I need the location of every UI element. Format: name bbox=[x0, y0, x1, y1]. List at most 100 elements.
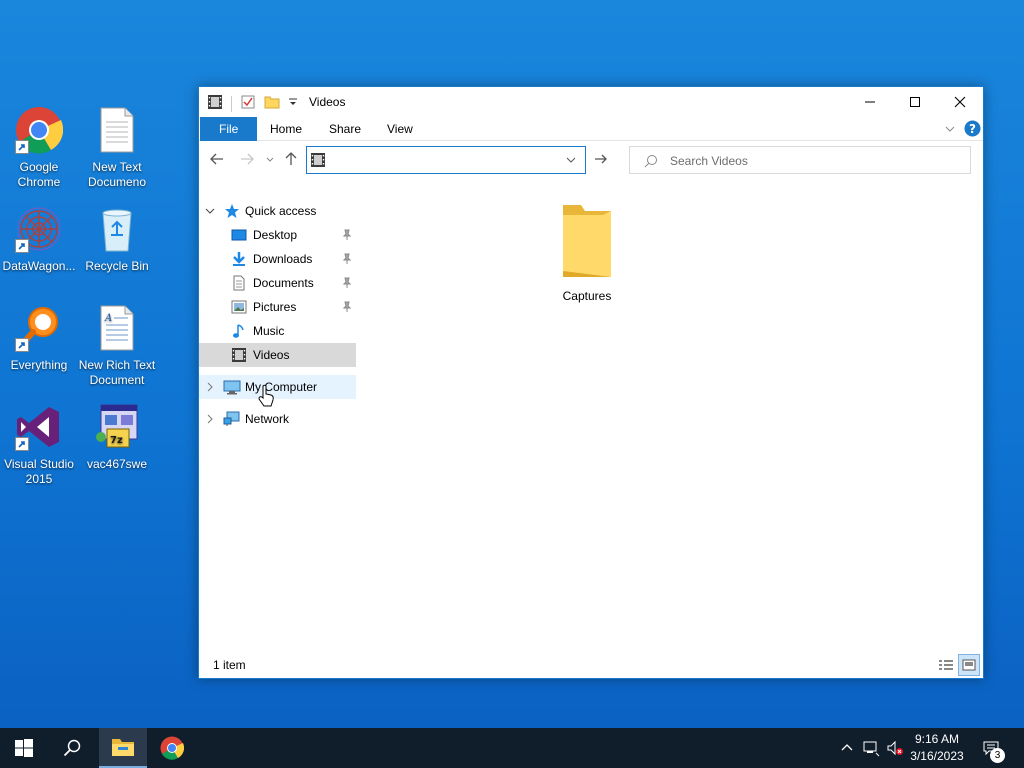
desktop-icon-datawagon[interactable]: DataWagon... bbox=[0, 205, 78, 274]
sidebar-item-label: Documents bbox=[253, 276, 314, 290]
sidebar-item-label: My Computer bbox=[245, 380, 318, 394]
properties-icon[interactable] bbox=[240, 94, 256, 113]
svg-text:A: A bbox=[104, 313, 112, 324]
back-button[interactable] bbox=[209, 151, 227, 169]
tab-share[interactable]: Share bbox=[317, 117, 373, 141]
recent-locations-button[interactable] bbox=[265, 151, 283, 169]
list-item[interactable]: Captures bbox=[549, 201, 625, 303]
sidebar-item-quick-access[interactable]: Quick access bbox=[199, 199, 356, 223]
chrome-icon bbox=[160, 736, 184, 760]
chrome-icon bbox=[15, 106, 64, 154]
up-arrow-icon bbox=[285, 152, 297, 165]
maximize-button[interactable] bbox=[892, 87, 938, 117]
chevron-right-icon[interactable] bbox=[205, 375, 215, 408]
help-icon[interactable]: ? bbox=[964, 120, 981, 140]
everything-search-icon bbox=[15, 304, 63, 352]
sidebar-item-pictures[interactable]: Pictures bbox=[199, 295, 356, 319]
sidebar-item-network[interactable]: Network bbox=[199, 407, 356, 431]
title-bar[interactable]: Videos bbox=[199, 87, 983, 117]
desktop-icon-recycle-bin[interactable]: Recycle Bin bbox=[78, 205, 156, 274]
sidebar-item-label: Videos bbox=[253, 348, 290, 362]
customize-toolbar-chevron-icon[interactable] bbox=[288, 96, 298, 111]
recycle-bin-icon bbox=[93, 205, 141, 253]
item-count: 1 item bbox=[213, 658, 246, 672]
desktop-icon-label: Everything bbox=[10, 358, 68, 372]
file-explorer-icon bbox=[112, 739, 134, 756]
search-icon bbox=[63, 739, 81, 757]
network-icon bbox=[223, 411, 240, 427]
text-document-icon bbox=[93, 106, 141, 154]
clock-date: 3/16/2023 bbox=[910, 749, 964, 763]
sidebar-item-videos[interactable]: Videos bbox=[199, 343, 356, 367]
document-icon bbox=[231, 275, 247, 291]
desktop-icon-label: DataWagon... bbox=[2, 259, 76, 273]
back-arrow-icon bbox=[210, 153, 223, 165]
search-placeholder[interactable]: Search Videos bbox=[670, 154, 748, 168]
sidebar-item-label: Downloads bbox=[253, 252, 313, 266]
sidebar-item-music[interactable]: Music bbox=[199, 319, 356, 343]
sidebar-item-desktop[interactable]: Desktop bbox=[199, 223, 356, 247]
search-box[interactable]: Search Videos bbox=[629, 146, 971, 174]
pictures-icon bbox=[231, 299, 247, 315]
forward-button[interactable] bbox=[239, 151, 257, 169]
file-list[interactable]: Captures bbox=[359, 197, 983, 652]
search-button[interactable] bbox=[48, 728, 96, 768]
volume-muted-icon[interactable] bbox=[886, 739, 904, 757]
chevron-up-icon[interactable] bbox=[838, 739, 856, 757]
forward-arrow-icon bbox=[241, 153, 254, 165]
address-bar[interactable] bbox=[306, 146, 586, 174]
desktop-icon-rich-text[interactable]: A New Rich Text Document bbox=[78, 304, 156, 388]
computer-icon bbox=[223, 379, 241, 395]
sidebar-item-documents[interactable]: Documents bbox=[199, 271, 356, 295]
desktop-icon-chrome[interactable]: Google Chrome bbox=[0, 106, 78, 190]
file-explorer-window[interactable]: Videos File Home Share View ? Search Vid… bbox=[198, 86, 984, 679]
windows-logo-icon bbox=[15, 739, 33, 757]
chevron-right-icon[interactable] bbox=[205, 407, 215, 440]
folder-name: Captures bbox=[562, 289, 612, 303]
address-dropdown-chevron-icon[interactable] bbox=[565, 154, 577, 169]
desktop-icon-label: New Rich Text Document bbox=[78, 358, 156, 387]
chevron-down-icon bbox=[266, 157, 274, 162]
large-icons-view-icon[interactable] bbox=[958, 654, 980, 676]
download-arrow-icon bbox=[231, 251, 247, 267]
installer-icon: 7z bbox=[93, 403, 141, 451]
desktop-icon-visual-studio[interactable]: Visual Studio 2015 bbox=[0, 403, 78, 487]
taskbar: 9:16 AM 3/16/2023 3 bbox=[0, 728, 1024, 768]
sidebar-item-my-computer[interactable]: My Computer bbox=[199, 375, 356, 399]
datawagon-icon bbox=[15, 205, 63, 253]
network-status-icon[interactable] bbox=[862, 739, 880, 757]
svg-text:?: ? bbox=[969, 122, 976, 136]
start-button[interactable] bbox=[0, 728, 48, 768]
desktop-icon-label: Google Chrome bbox=[17, 160, 61, 189]
system-clock[interactable]: 9:16 AM 3/16/2023 bbox=[906, 731, 968, 765]
close-icon bbox=[954, 96, 966, 108]
notification-count-badge: 3 bbox=[990, 748, 1005, 763]
svg-text:7z: 7z bbox=[110, 435, 123, 446]
star-icon bbox=[224, 203, 240, 219]
taskbar-file-explorer[interactable] bbox=[99, 728, 147, 768]
desktop-icon-label: Recycle Bin bbox=[85, 259, 149, 273]
taskbar-chrome[interactable] bbox=[148, 728, 196, 768]
visual-studio-icon bbox=[15, 403, 63, 451]
expand-ribbon-chevron-icon[interactable] bbox=[944, 123, 956, 138]
minimize-button[interactable] bbox=[847, 87, 893, 117]
new-folder-icon[interactable] bbox=[264, 94, 280, 113]
go-button[interactable] bbox=[593, 151, 611, 169]
up-button[interactable] bbox=[283, 151, 301, 169]
details-view-icon[interactable] bbox=[937, 656, 955, 677]
desktop-icon-everything[interactable]: Everything bbox=[0, 304, 78, 373]
close-button[interactable] bbox=[937, 87, 983, 117]
go-arrow-icon bbox=[595, 154, 607, 164]
tab-file[interactable]: File bbox=[200, 117, 258, 141]
minimize-icon bbox=[865, 101, 875, 103]
tab-home[interactable]: Home bbox=[258, 117, 314, 141]
desktop-icon bbox=[231, 227, 247, 243]
desktop-icon-installer[interactable]: 7z vac467swe bbox=[78, 403, 156, 472]
sidebar-item-downloads[interactable]: Downloads bbox=[199, 247, 356, 271]
tab-view[interactable]: View bbox=[375, 117, 425, 141]
quick-access-toolbar bbox=[207, 94, 298, 113]
maximize-icon bbox=[910, 97, 920, 107]
rich-text-document-icon: A bbox=[93, 304, 141, 352]
shortcut-arrow-icon bbox=[15, 140, 29, 154]
desktop-icon-text-document[interactable]: New Text Documeno bbox=[78, 106, 156, 190]
